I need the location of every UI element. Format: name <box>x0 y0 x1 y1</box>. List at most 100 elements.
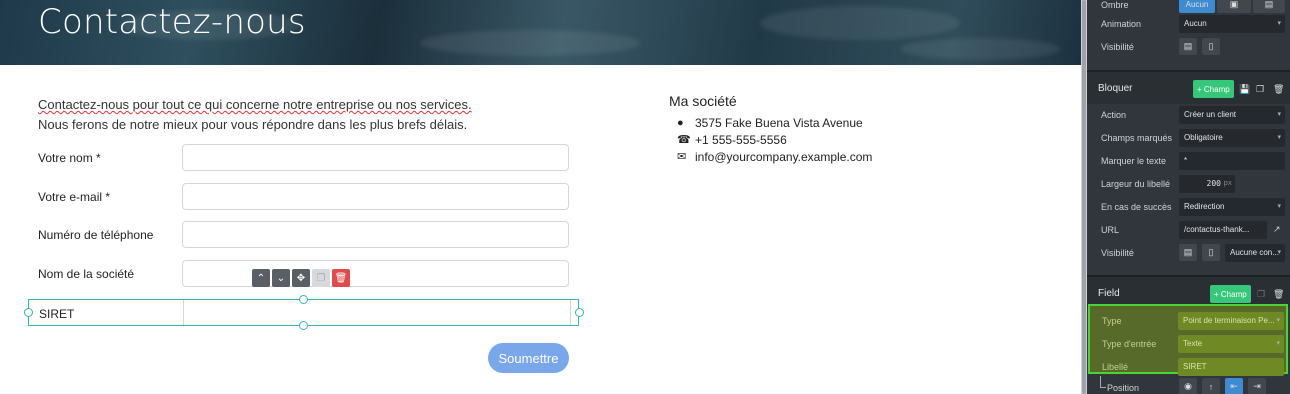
form-row-name[interactable]: Votre nom * <box>38 144 569 172</box>
add-field-button[interactable]: + Champ <box>1210 285 1251 303</box>
external-link-icon[interactable]: ↗ <box>1273 224 1281 235</box>
url-label: URL <box>1101 225 1120 235</box>
field-label-label: Libellé <box>1102 362 1129 372</box>
name-input[interactable] <box>182 144 569 171</box>
block-section-header: Bloquer + Champ 💾 ❐ 🗑 <box>1087 70 1290 104</box>
name-label: Votre nom * <box>38 151 101 165</box>
position-top-button[interactable]: ↑ <box>1202 378 1220 394</box>
shadow-label: Ombre <box>1101 0 1129 10</box>
copy-icon[interactable]: ❐ <box>1256 84 1264 95</box>
field-label-input[interactable]: SIRET <box>1178 358 1284 376</box>
copy-icon: ❐ <box>316 272 326 284</box>
desktop-visibility-button[interactable]: ▤ <box>1179 244 1197 261</box>
hero-banner[interactable]: Contactez-nous <box>0 0 1081 65</box>
mark-text-label: Marquer le texte <box>1101 156 1167 166</box>
position-label: Position <box>1107 383 1140 393</box>
copy-icon[interactable]: ❐ <box>1257 289 1265 300</box>
company-info[interactable]: Ma société ● 3575 Fake Buena Vista Avenu… <box>669 93 872 165</box>
resize-handle-left[interactable] <box>24 308 33 317</box>
caret-down-icon: ▾ <box>1277 20 1281 27</box>
submit-button[interactable]: Soumettre <box>488 343 569 373</box>
trash-icon: 🗑 <box>334 272 348 284</box>
email-input[interactable] <box>182 183 569 210</box>
resize-handle-right[interactable] <box>575 308 584 317</box>
position-right-button[interactable]: ⇥ <box>1248 378 1266 394</box>
input-type-row: Type d'entrée Texte ▾ <box>1090 333 1286 355</box>
marked-fields-row: Champs marqués Obligatoire ▾ <box>1087 127 1290 149</box>
type-label: Type <box>1102 316 1122 326</box>
move-up-button[interactable]: ⌃ <box>252 269 270 287</box>
map-marker-icon: ● <box>677 116 684 129</box>
page-title[interactable]: Contactez-nous <box>38 2 306 42</box>
visibility-label: Visibilité <box>1101 248 1134 258</box>
shadow-none-button[interactable]: Aucun <box>1179 0 1215 13</box>
app-root: Contactez-nous Contactez-nous pour tout … <box>0 0 1290 394</box>
siret-label: SIRET <box>39 307 75 321</box>
phone-icon: ☎ <box>677 134 691 146</box>
form-row-email[interactable]: Votre e-mail * <box>38 183 569 211</box>
address-text: 3575 Fake Buena Vista Avenue <box>695 115 863 130</box>
company-label: Nom de la société <box>38 267 135 281</box>
mobile-visibility-button[interactable]: ▯ <box>1202 38 1220 55</box>
company-address: ● 3575 Fake Buena Vista Avenue <box>669 114 872 131</box>
mark-text-row: Marquer le texte * <box>1087 150 1290 172</box>
marked-fields-select[interactable]: Obligatoire ▾ <box>1179 129 1285 147</box>
type-value: Point de terminaison Pe... <box>1183 316 1275 325</box>
shadow-inset-icon: ▤ <box>1264 0 1274 9</box>
delete-button[interactable]: 🗑 <box>332 269 350 287</box>
mobile-visibility-button[interactable]: ▯ <box>1202 244 1220 261</box>
animation-select[interactable]: Aucun ▾ <box>1179 15 1285 33</box>
intro-line-2: Nous ferons de notre mieux pour vous rép… <box>38 117 468 132</box>
action-select[interactable]: Créer un client ▾ <box>1179 106 1285 124</box>
input-type-select[interactable]: Texte ▾ <box>1178 335 1284 353</box>
field-divider <box>183 300 184 325</box>
move-down-button[interactable]: ⌄ <box>272 269 290 287</box>
label-width-input[interactable]: 200 px <box>1179 175 1235 193</box>
visibility-condition-select[interactable]: Aucune con... ▾ <box>1225 244 1285 262</box>
field-section-title: Field <box>1098 288 1120 299</box>
company-phone: ☎ +1 555-555-5556 <box>669 131 872 148</box>
label-width-unit: px <box>1223 179 1232 187</box>
url-row: URL /contactus-thank... ↗ <box>1087 219 1290 241</box>
field-properties-highlight: Type Point de terminaison Pe... ▾ Type d'… <box>1088 304 1288 376</box>
field-label-row: Libellé SIRET <box>1090 356 1286 378</box>
field-divider <box>570 300 571 325</box>
page-canvas: Contactez-nous Contactez-nous pour tout … <box>0 0 1081 394</box>
trash-icon[interactable]: 🗑 <box>1273 289 1284 300</box>
shadow-icon: ▣ <box>1229 0 1239 9</box>
shadow-inset-button[interactable]: ▤ <box>1253 0 1285 13</box>
company-input[interactable] <box>182 260 569 287</box>
action-label: Action <box>1101 110 1127 120</box>
on-success-select[interactable]: Redirection ▾ <box>1179 198 1285 216</box>
shadow-outset-button[interactable]: ▣ <box>1217 0 1251 13</box>
arrow-left-icon: ⇤ <box>1230 381 1238 391</box>
marked-fields-value: Obligatoire <box>1184 133 1223 142</box>
mark-text-input[interactable]: * <box>1179 152 1285 170</box>
save-icon[interactable]: 💾 <box>1239 84 1250 95</box>
add-field-button[interactable]: + Champ <box>1193 80 1234 98</box>
caret-down-icon: ▾ <box>1276 317 1280 324</box>
form-row-phone[interactable]: Numéro de téléphone <box>38 221 569 249</box>
phone-input[interactable] <box>182 221 569 248</box>
drag-button[interactable]: ✥ <box>292 269 310 287</box>
resize-handle-top[interactable] <box>299 295 308 304</box>
water-ripple <box>420 30 640 56</box>
position-hidden-button[interactable]: ◉ <box>1179 378 1197 394</box>
intro-text[interactable]: Contactez-nous pour tout ce qui concerne… <box>38 95 598 135</box>
caret-down-icon: ▾ <box>1276 340 1280 347</box>
desktop-visibility-button[interactable]: ▤ <box>1179 38 1197 55</box>
duplicate-button[interactable]: ❐ <box>312 269 330 287</box>
phone-text: +1 555-555-5556 <box>695 132 787 147</box>
company-email: ✉ info@yourcompany.example.com <box>669 148 872 165</box>
label-width-value: 200 <box>1206 179 1221 188</box>
type-row: Type Point de terminaison Pe... ▾ <box>1090 310 1286 332</box>
trash-icon[interactable]: 🗑 <box>1273 84 1284 95</box>
desktop-icon: ▤ <box>1183 41 1193 51</box>
position-left-button[interactable]: ⇤ <box>1225 378 1243 394</box>
type-select[interactable]: Point de terminaison Pe... ▾ <box>1178 312 1284 330</box>
scrollbar-thumb[interactable] <box>1082 0 1086 394</box>
resize-handle-bottom[interactable] <box>299 321 308 330</box>
on-success-label: En cas de succès <box>1101 202 1172 212</box>
url-input[interactable]: /contactus-thank... <box>1179 221 1267 239</box>
caret-down-icon: ▾ <box>1277 249 1281 256</box>
